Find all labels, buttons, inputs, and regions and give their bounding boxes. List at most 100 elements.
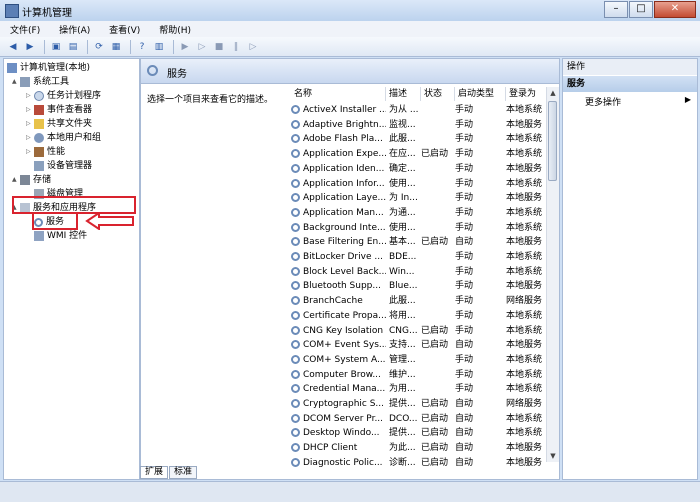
column-header-log-on-as[interactable]: 登录为 xyxy=(506,87,549,101)
description-hint: 选择一个项目来查看它的描述。 xyxy=(147,95,274,105)
service-description-cell: 支持... xyxy=(389,340,416,351)
tree-item-device-manager[interactable]: 设备管理器 xyxy=(26,159,92,173)
pause-service-icon[interactable]: ‖ xyxy=(229,40,243,54)
actions-header: 操作 xyxy=(563,59,697,75)
table-row[interactable]: BitLocker Drive ... BDE... 手动 本地系统 xyxy=(291,250,549,265)
tree-item-shared-folders[interactable]: ▷ 共享文件夹 xyxy=(26,117,92,131)
table-row[interactable]: Application Man... 为通... 手动 本地系统 xyxy=(291,206,549,221)
gear-icon xyxy=(291,237,300,247)
scroll-thumb[interactable] xyxy=(548,101,557,181)
scroll-down-arrow-icon[interactable]: ▼ xyxy=(547,450,559,462)
menu-view[interactable]: 查看(V) xyxy=(99,21,146,36)
expand-arrow-icon[interactable]: ▷ xyxy=(26,89,34,103)
services-list: 名称 描述 状态 启动类型 登录为 ActiveX Installer ... 为… xyxy=(291,87,549,468)
table-row[interactable]: Background Inte... 使用... 手动 本地系统 xyxy=(291,221,549,236)
restart-service-icon[interactable]: ▷ xyxy=(246,40,260,54)
tab-standard[interactable]: 标准 xyxy=(169,466,198,479)
service-name-cell: Bluetooth Supp... xyxy=(291,279,386,294)
table-row[interactable]: Adobe Flash Pla... 此服... 手动 本地系统 xyxy=(291,132,549,147)
more-actions-link[interactable]: 更多操作 xyxy=(585,95,621,108)
refresh-icon[interactable]: ⟳ xyxy=(92,40,106,54)
table-row[interactable]: Application Iden... 确定... 手动 本地服务 xyxy=(291,162,549,177)
table-row[interactable]: DHCP Client 为此... 已启动 自动 本地服务 xyxy=(291,441,549,456)
actions-section-services[interactable]: 服务 xyxy=(563,76,697,92)
service-startup-type-cell: 自动 xyxy=(455,237,474,248)
start-service-icon[interactable]: ▶ xyxy=(178,40,192,54)
table-row[interactable]: COM+ Event Sys... 支持... 已启动 自动 本地服务 xyxy=(291,338,549,353)
table-row[interactable]: Application Infor... 使用... 手动 本地系统 xyxy=(291,177,549,192)
tree-item-system-tools[interactable]: ▲ 系统工具 xyxy=(12,75,69,89)
back-arrow-icon[interactable]: ◀ xyxy=(6,40,20,54)
up-folder-icon[interactable]: ▣ xyxy=(49,40,63,54)
tree-item-task-scheduler[interactable]: ▷ 任务计划程序 xyxy=(26,89,101,103)
device-manager-icon xyxy=(34,161,44,171)
column-header-startup-type[interactable]: 启动类型 xyxy=(455,87,506,101)
expand-arrow-icon[interactable]: ▷ xyxy=(26,131,34,145)
tree-item-computer-management[interactable]: 计算机管理(本地) xyxy=(7,61,90,75)
tab-extended[interactable]: 扩展 xyxy=(140,466,169,479)
service-name: Credential Mana... xyxy=(303,384,386,395)
table-row[interactable]: Adaptive Brightn... 监视... 手动 本地服务 xyxy=(291,118,549,133)
menu-help[interactable]: 帮助(H) xyxy=(149,21,197,36)
tree-item-event-viewer[interactable]: ▷ 事件查看器 xyxy=(26,103,92,117)
tree-item-local-users-groups[interactable]: ▷ 本地用户和组 xyxy=(26,131,101,145)
expand-arrow-icon[interactable]: ▷ xyxy=(26,117,34,131)
properties-icon[interactable]: ▥ xyxy=(152,40,166,54)
table-row[interactable]: Certificate Propa... 将用... 手动 本地系统 xyxy=(291,309,549,324)
tree-item-performance[interactable]: ▷ 性能 xyxy=(26,145,65,159)
stop-service-icon[interactable]: ■ xyxy=(212,40,226,54)
table-row[interactable]: CNG Key Isolation CNG... 已启动 手动 本地系统 xyxy=(291,324,549,339)
chevron-right-icon[interactable]: ▶ xyxy=(685,95,691,104)
table-row[interactable]: Base Filtering En... 基本... 已启动 自动 本地服务 xyxy=(291,235,549,250)
gear-icon xyxy=(291,340,300,350)
table-row[interactable]: COM+ System A... 管理... 手动 本地系统 xyxy=(291,353,549,368)
table-row[interactable]: Bluetooth Supp... Blue... 手动 本地服务 xyxy=(291,279,549,294)
resume-service-icon[interactable]: ▷ xyxy=(195,40,209,54)
event-log-icon xyxy=(34,105,44,115)
tree-item-storage[interactable]: ▲ 存储 xyxy=(12,173,51,187)
table-row[interactable]: DCOM Server Pr... DCO... 已启动 自动 本地系统 xyxy=(291,412,549,427)
table-row[interactable]: Desktop Windo... 提供... 已启动 自动 本地系统 xyxy=(291,426,549,441)
forward-arrow-icon[interactable]: ▶ xyxy=(23,40,37,54)
scroll-up-arrow-icon[interactable]: ▲ xyxy=(547,87,559,99)
tree-item-label: 任务计划程序 xyxy=(47,91,102,101)
close-button[interactable]: ✕ xyxy=(654,1,696,18)
table-row[interactable]: Block Level Back... Win... 手动 本地系统 xyxy=(291,265,549,280)
service-startup-type-cell: 手动 xyxy=(455,178,474,189)
tree-item-label: 计算机管理(本地) xyxy=(20,63,91,73)
maximize-button[interactable]: □ xyxy=(629,1,653,18)
table-row[interactable]: Computer Brow... 维护... 手动 本地系统 xyxy=(291,368,549,383)
table-row[interactable]: Cryptographic S... 提供... 已启动 自动 网络服务 xyxy=(291,397,549,412)
expand-arrow-icon[interactable]: ▷ xyxy=(26,145,34,159)
gear-icon xyxy=(147,65,158,76)
collapse-arrow-icon[interactable]: ▲ xyxy=(12,75,20,89)
table-row[interactable]: BranchCache 此服... 手动 网络服务 xyxy=(291,294,549,309)
table-row[interactable]: Credential Mana... 为用... 手动 本地系统 xyxy=(291,382,549,397)
vertical-scrollbar[interactable]: ▲ ▼ xyxy=(546,87,559,462)
service-startup-type-cell: 手动 xyxy=(455,310,474,321)
toolbar: ◀ ▶ ▣ ▤ ⟳ ▦ ? ▥ ▶ ▷ ■ ‖ ▷ xyxy=(0,37,700,57)
column-header-name[interactable]: 名称 xyxy=(291,87,386,101)
service-startup-type-cell: 自动 xyxy=(455,340,474,351)
show-hide-tree-icon[interactable]: ▤ xyxy=(66,40,80,54)
menu-file[interactable]: 文件(F) xyxy=(0,21,46,36)
service-name-cell: DHCP Client xyxy=(291,441,386,456)
service-logon-cell: 本地系统 xyxy=(506,149,543,160)
minimize-button[interactable]: – xyxy=(604,1,628,18)
collapse-arrow-icon[interactable]: ▲ xyxy=(12,173,20,187)
column-header-status[interactable]: 状态 xyxy=(421,87,455,101)
service-logon-cell: 本地服务 xyxy=(506,193,543,204)
table-row[interactable]: Application Laye... 为 In... 手动 本地服务 xyxy=(291,191,549,206)
table-row[interactable]: Application Expe... 在应... 已启动 手动 本地系统 xyxy=(291,147,549,162)
tree-item-wmi-control[interactable]: WMI 控件 xyxy=(26,229,87,243)
table-row[interactable]: ActiveX Installer ... 为从 ... 手动 本地系统 xyxy=(291,103,549,118)
menu-action[interactable]: 操作(A) xyxy=(49,21,96,36)
service-name: Application Expe... xyxy=(303,149,386,160)
column-header-description[interactable]: 描述 xyxy=(386,87,421,101)
computer-icon xyxy=(7,63,17,73)
export-list-icon[interactable]: ▦ xyxy=(109,40,123,54)
expand-arrow-icon[interactable]: ▷ xyxy=(26,103,34,117)
service-name-cell: Adaptive Brightn... xyxy=(291,118,386,133)
table-row[interactable]: Diagnostic Polic... 诊断... 已启动 自动 本地服务 xyxy=(291,456,549,471)
help-icon[interactable]: ? xyxy=(135,40,149,54)
